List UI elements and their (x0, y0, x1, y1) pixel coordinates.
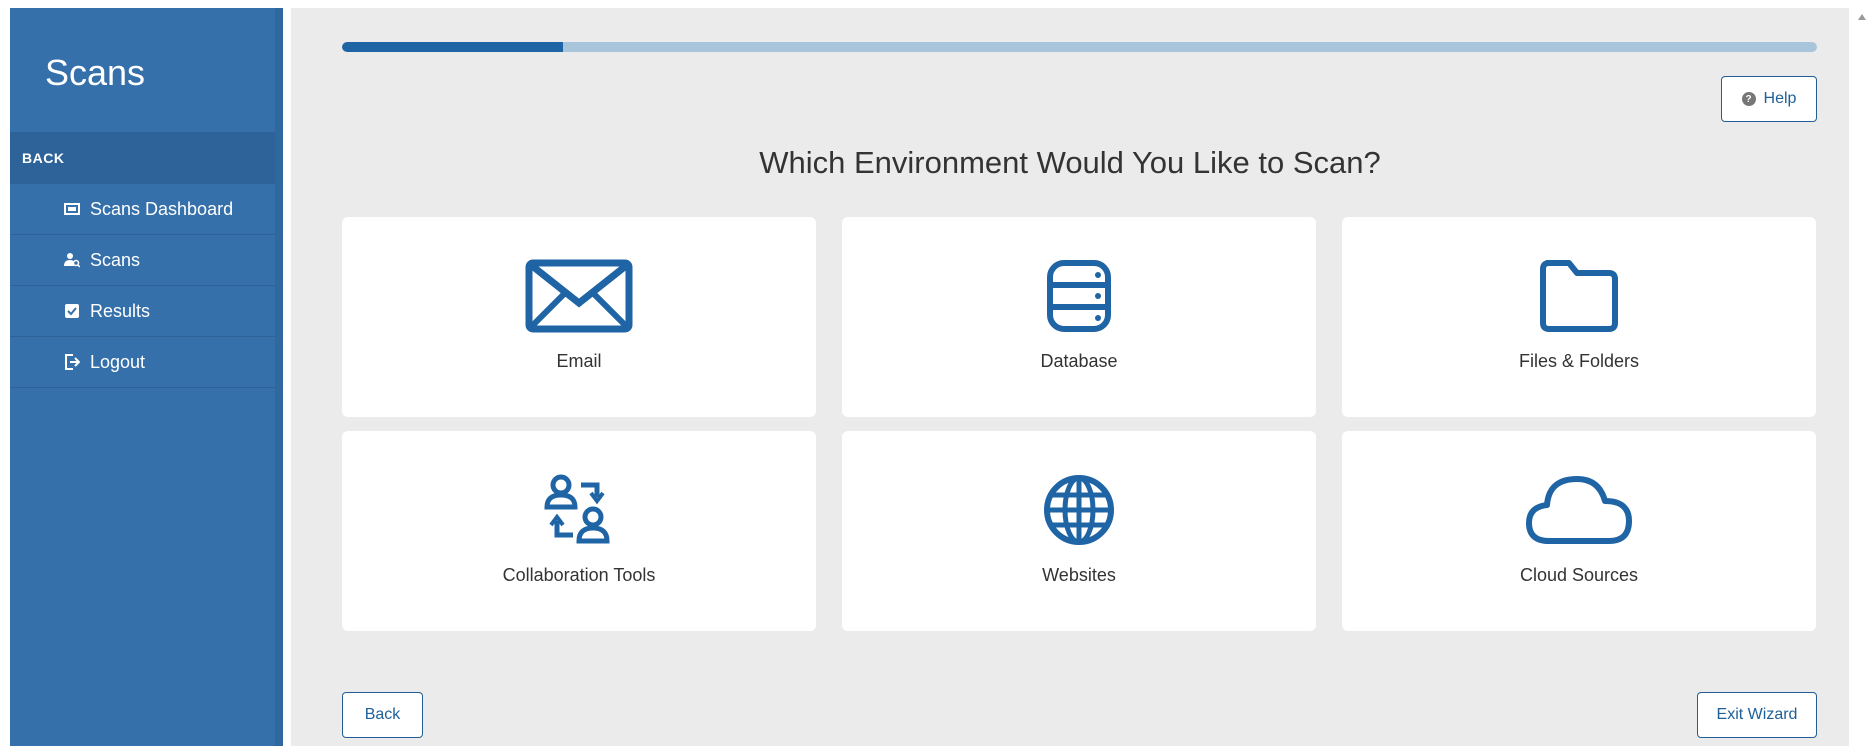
checkbox-icon (62, 301, 82, 321)
page-title: Which Environment Would You Like to Scan… (759, 145, 1381, 180)
sidebar-title: Scans (45, 52, 146, 93)
scrollbar[interactable] (1849, 0, 1873, 746)
sidebar-item-logout[interactable]: Logout (10, 337, 275, 388)
option-card-email[interactable]: Email (342, 217, 816, 417)
sidebar-nav: Scans Dashboard Scans Results Logout (10, 184, 275, 388)
back-button[interactable]: Back (342, 692, 423, 738)
database-icon (1047, 260, 1111, 332)
progress-bar (342, 42, 1817, 52)
sidebar-item-label: Scans (90, 249, 141, 270)
back-link[interactable]: BACK (10, 132, 275, 184)
dashboard-icon (62, 199, 82, 219)
question-icon: ? (1741, 92, 1756, 106)
option-card-cloud-sources[interactable]: Cloud Sources (1342, 431, 1816, 631)
option-card-database[interactable]: Database (842, 217, 1316, 417)
option-label: Files & Folders (1518, 351, 1640, 371)
sidebar-item-scans[interactable]: Scans (10, 235, 275, 286)
option-label: Websites (1042, 565, 1116, 585)
exit-wizard-button[interactable]: Exit Wizard (1697, 692, 1817, 738)
sidebar-item-label: Results (90, 300, 151, 321)
folder-icon (1540, 260, 1618, 332)
environment-grid: Email Database Files & Folders Collabora… (342, 217, 1817, 631)
option-label: Cloud Sources (1519, 565, 1639, 585)
sidebar-item-label: Logout (90, 351, 146, 372)
option-card-websites[interactable]: Websites (842, 431, 1316, 631)
cloud-icon (1526, 476, 1632, 544)
globe-icon (1044, 475, 1114, 545)
envelope-icon (525, 259, 633, 333)
sidebar-item-results[interactable]: Results (10, 286, 275, 337)
wizard-panel: ? Help Which Environment Would You Like … (291, 8, 1849, 746)
option-label: Collaboration Tools (502, 565, 656, 585)
option-card-files-folders[interactable]: Files & Folders (1342, 217, 1816, 417)
help-label: Help (1763, 90, 1797, 107)
logout-icon (62, 352, 82, 372)
option-label: Database (1040, 351, 1118, 371)
sidebar-item-label: Scans Dashboard (90, 198, 234, 219)
sidebar: Scans BACK Scans Dashboard Scans Results… (10, 8, 283, 746)
user-search-icon (62, 250, 82, 270)
option-label: Email (556, 351, 602, 371)
option-card-collaboration-tools[interactable]: Collaboration Tools (342, 431, 816, 631)
progress-fill (342, 42, 564, 52)
scroll-up-icon[interactable] (1858, 14, 1866, 20)
help-button[interactable]: ? Help (1721, 76, 1817, 122)
collaboration-icon (544, 474, 610, 544)
sidebar-item-scans-dashboard[interactable]: Scans Dashboard (10, 184, 275, 235)
